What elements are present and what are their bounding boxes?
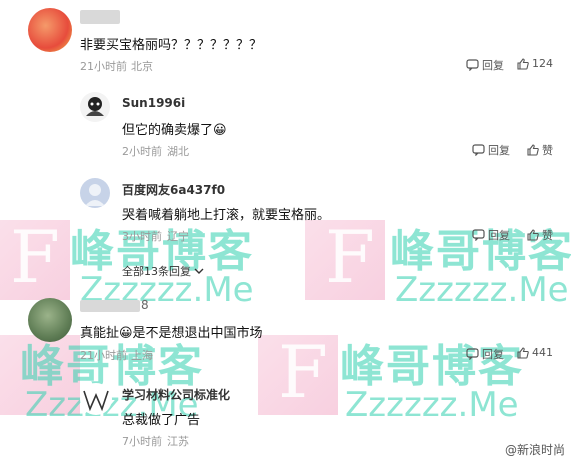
- reply-label: 回复: [488, 229, 510, 242]
- username-partial: 8: [141, 298, 149, 312]
- comment-text: 真能扯😀是不是想退出中国市场: [80, 326, 263, 341]
- watermark-letter: F: [10, 215, 60, 299]
- like-button[interactable]: 赞: [527, 142, 553, 158]
- like-button[interactable]: 124: [517, 57, 553, 70]
- comment-location: 北京: [131, 60, 153, 73]
- comment-time: 21小时前: [80, 60, 127, 73]
- chevron-down-icon: [194, 268, 204, 274]
- like-count: 441: [532, 346, 553, 359]
- comment-time: 2小时前: [122, 145, 162, 158]
- reply-label: 回复: [482, 348, 504, 361]
- comment-location: 江苏: [167, 435, 189, 448]
- reply-label: 回复: [482, 59, 504, 72]
- reply-icon: [466, 348, 479, 360]
- like-button[interactable]: 441: [517, 346, 553, 359]
- comment-text: 非要买宝格丽吗？？？？？？？: [80, 38, 263, 53]
- username[interactable]: 百度网友6a437f0: [122, 181, 225, 198]
- like-label: 赞: [542, 144, 553, 157]
- comment-text: 哭着喊着躺地上打滚，就要宝格丽。: [122, 208, 331, 223]
- username-blurred[interactable]: [80, 10, 120, 24]
- avatar[interactable]: [28, 298, 72, 342]
- comment-location: 上海: [131, 349, 153, 362]
- reply-icon: [472, 229, 485, 241]
- reply-button[interactable]: 回复: [466, 346, 504, 362]
- comment-time: 3小时前: [122, 230, 162, 243]
- watermark-letter: F: [325, 215, 375, 299]
- avatar[interactable]: [80, 383, 112, 415]
- comment-location: 辽宁: [167, 230, 189, 243]
- expand-replies-label: 全部13条回复: [122, 265, 191, 278]
- avatar[interactable]: [80, 92, 110, 122]
- avatar[interactable]: [28, 8, 72, 52]
- reply-button[interactable]: 回复: [472, 227, 510, 243]
- comment-location: 湖北: [167, 145, 189, 158]
- watermark-en: Zzzzzz.Me: [395, 270, 569, 310]
- watermark-letter: F: [278, 330, 328, 414]
- expand-replies-button[interactable]: 全部13条回复: [122, 263, 204, 279]
- reply-icon: [466, 59, 479, 71]
- reply-button[interactable]: 回复: [472, 142, 510, 158]
- comment-text: 但它的确卖爆了😀: [122, 123, 227, 138]
- comment-time: 7小时前: [122, 435, 162, 448]
- like-button[interactable]: 赞: [527, 227, 553, 243]
- reply-label: 回复: [488, 144, 510, 157]
- watermark-en: Zzzzzz.Me: [345, 385, 519, 425]
- reply-icon: [472, 144, 485, 156]
- like-count: 124: [532, 57, 553, 70]
- avatar[interactable]: [80, 178, 110, 208]
- username[interactable]: 学习材料公司标准化: [122, 386, 230, 403]
- like-label: 赞: [542, 229, 553, 242]
- thumbs-up-icon: [517, 57, 529, 70]
- thumbs-up-icon: [527, 144, 539, 156]
- thumbs-up-icon: [527, 229, 539, 241]
- reply-button[interactable]: 回复: [466, 57, 504, 73]
- username-blurred[interactable]: [80, 300, 140, 312]
- username[interactable]: Sun1996i: [122, 96, 185, 110]
- source-watermark: @新浪时尚: [504, 443, 565, 457]
- comment-time: 21小时前: [80, 349, 127, 362]
- comment-text: 总裁做了广告: [122, 413, 201, 428]
- thumbs-up-icon: [517, 346, 529, 359]
